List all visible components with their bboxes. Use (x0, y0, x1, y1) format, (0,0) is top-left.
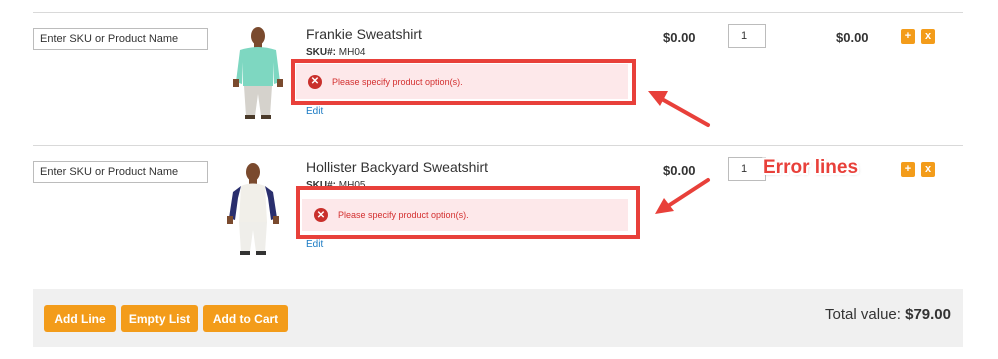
annotation-arrow-top (648, 91, 710, 127)
add-to-cart-button[interactable]: Add to Cart (203, 305, 288, 332)
annotation-arrow-bottom (655, 178, 710, 214)
total-value: Total value: $79.00 (825, 306, 951, 323)
total-amount: $79.00 (905, 306, 951, 323)
total-label: Total value: (825, 306, 901, 323)
add-line-button[interactable]: Add Line (44, 305, 116, 332)
empty-list-button[interactable]: Empty List (121, 305, 198, 332)
